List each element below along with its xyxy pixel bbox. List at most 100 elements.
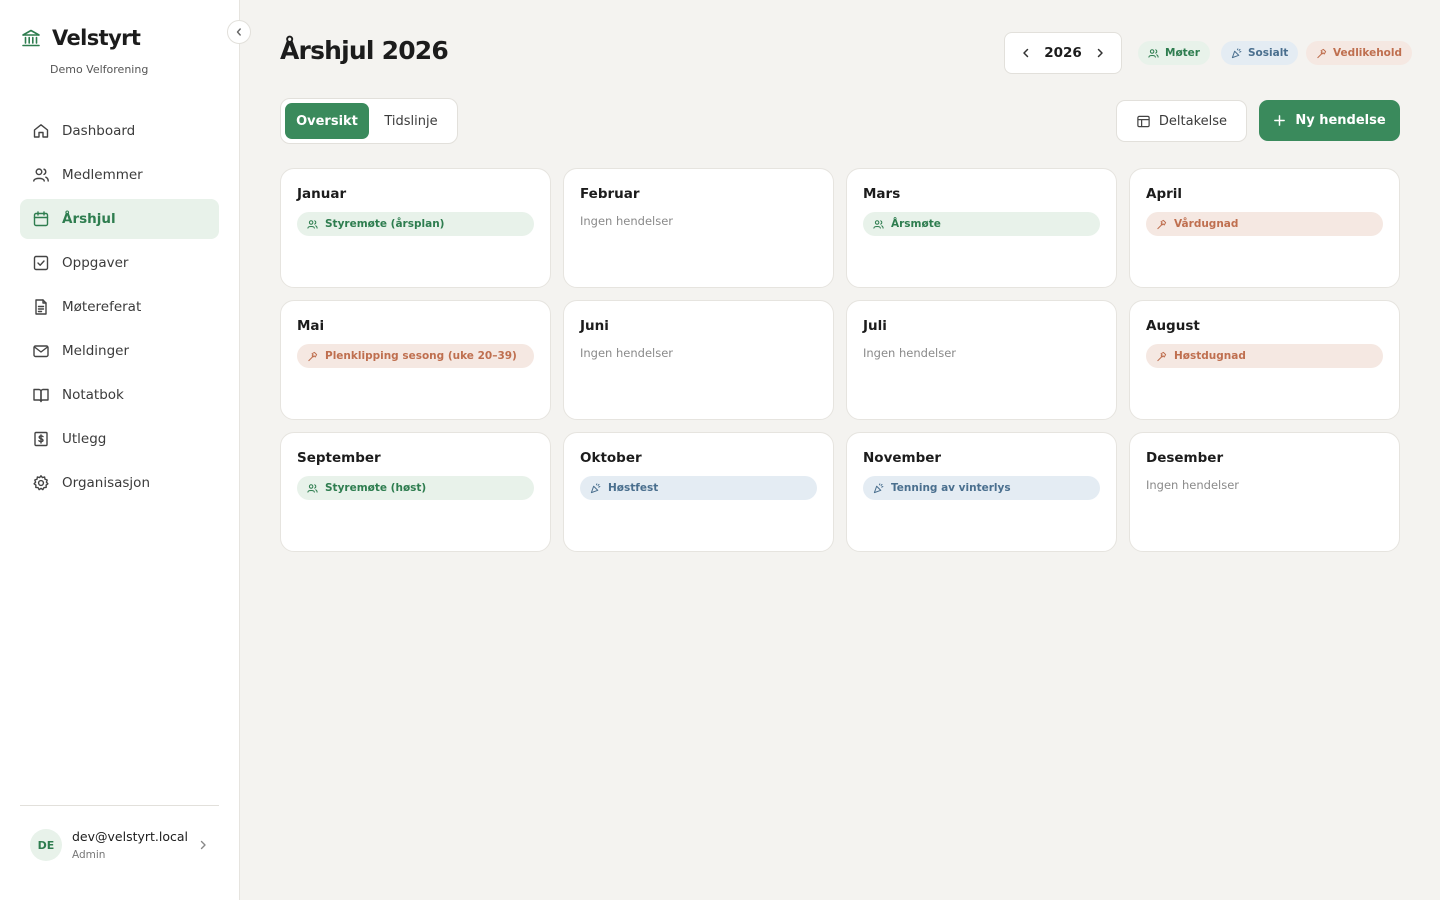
empty-state-text: Ingen hendelser: [580, 346, 674, 360]
sidebar-item-meldinger[interactable]: Meldinger: [20, 331, 219, 371]
tab-tidslinje[interactable]: Tidslinje: [369, 103, 453, 139]
legend-moter-label: Møter: [1165, 47, 1200, 59]
brand[interactable]: Velstyrt: [20, 26, 141, 50]
month-card-juni[interactable]: Juni Ingen hendelser: [563, 300, 834, 420]
user-email: dev@velstyrt.local: [72, 829, 189, 844]
users-icon: [873, 219, 884, 230]
month-title: Mai: [297, 318, 325, 334]
sidebar-item-dashboard[interactable]: Dashboard: [20, 111, 219, 151]
tab-oversikt[interactable]: Oversikt: [285, 103, 369, 139]
gear-icon: [32, 474, 50, 492]
sidebar-item-label: Møtereferat: [62, 299, 142, 315]
sidebar: Velstyrt Demo Velforening Dashboard Medle…: [0, 0, 240, 900]
event-chip[interactable]: Plenklipping sesong (uke 20–39): [297, 344, 534, 368]
month-title: April: [1146, 186, 1183, 202]
calendar-icon: [32, 210, 50, 228]
users-icon: [307, 219, 318, 230]
new-event-label: Ny hendelse: [1295, 113, 1386, 128]
hammer-icon: [1316, 48, 1327, 59]
sidebar-item-arshjul[interactable]: Årshjul: [20, 199, 219, 239]
page-title: Årshjul 2026: [280, 36, 449, 65]
month-title: August: [1146, 318, 1200, 334]
user-menu[interactable]: DE dev@velstyrt.local Admin: [30, 829, 210, 861]
next-year-button[interactable]: [1091, 44, 1109, 62]
party-popper-icon: [873, 482, 884, 494]
month-card-september[interactable]: September Styremøte (høst): [280, 432, 551, 552]
event-title: Høstdugnad: [1174, 350, 1246, 362]
month-card-desember[interactable]: Desember Ingen hendelser: [1129, 432, 1400, 552]
users-icon: [307, 483, 318, 494]
month-title: Januar: [297, 186, 347, 202]
participation-button[interactable]: Deltakelse: [1116, 100, 1247, 142]
collapse-sidebar-button[interactable]: [227, 20, 251, 44]
home-icon: [32, 122, 50, 140]
empty-state-text: Ingen hendelser: [580, 214, 674, 228]
sidebar-item-label: Notatbok: [62, 387, 124, 403]
sidebar-item-oppgaver[interactable]: Oppgaver: [20, 243, 219, 283]
event-title: Vårdugnad: [1174, 218, 1239, 230]
sidebar-item-organisasjon[interactable]: Organisasjon: [20, 463, 219, 503]
month-card-april[interactable]: April Vårdugnad: [1129, 168, 1400, 288]
legend-vedlikehold[interactable]: Vedlikehold: [1306, 41, 1413, 65]
month-card-oktober[interactable]: Oktober Høstfest: [563, 432, 834, 552]
event-chip[interactable]: Styremøte (årsplan): [297, 212, 534, 236]
party-popper-icon: [590, 482, 601, 494]
sidebar-item-label: Organisasjon: [62, 475, 150, 491]
event-chip[interactable]: Styremøte (høst): [297, 476, 534, 500]
event-title: Plenklipping sesong (uke 20–39): [325, 350, 517, 362]
month-card-mars[interactable]: Mars Årsmøte: [846, 168, 1117, 288]
book-icon: [32, 386, 50, 404]
sidebar-item-label: Oppgaver: [62, 255, 129, 271]
document-icon: [32, 298, 50, 316]
sidebar-item-label: Dashboard: [62, 123, 136, 139]
month-title: Mars: [863, 186, 901, 202]
month-card-mai[interactable]: Mai Plenklipping sesong (uke 20–39): [280, 300, 551, 420]
sidebar-item-label: Utlegg: [62, 431, 107, 447]
mail-icon: [32, 342, 50, 360]
sidebar-item-notatbok[interactable]: Notatbok: [20, 375, 219, 415]
year-label: 2026: [1044, 45, 1082, 61]
participation-label: Deltakelse: [1158, 113, 1228, 129]
month-title: September: [297, 450, 381, 466]
previous-year-button[interactable]: [1017, 44, 1035, 62]
month-title: November: [863, 450, 942, 466]
event-chip[interactable]: Tenning av vinterlys: [863, 476, 1100, 500]
event-chip[interactable]: Vårdugnad: [1146, 212, 1383, 236]
hammer-icon: [307, 351, 318, 362]
building-icon: [20, 27, 42, 49]
table-icon: [1136, 114, 1151, 129]
year-navigator: 2026: [1004, 32, 1122, 74]
legend-moter[interactable]: Møter: [1138, 41, 1210, 65]
receipt-dollar-icon: [32, 430, 50, 448]
sidebar-item-label: Medlemmer: [62, 167, 143, 183]
event-title: Årsmøte: [891, 218, 941, 230]
empty-state-text: Ingen hendelser: [863, 346, 957, 360]
new-event-button[interactable]: Ny hendelse: [1259, 100, 1400, 141]
month-grid: Januar Styremøte (årsplan) Februar Ingen he…: [280, 168, 1400, 552]
legend-sosialt-label: Sosialt: [1248, 47, 1289, 59]
event-chip[interactable]: Høstdugnad: [1146, 344, 1383, 368]
month-title: Desember: [1146, 450, 1224, 466]
event-title: Styremøte (årsplan): [325, 218, 445, 230]
event-chip[interactable]: Høstfest: [580, 476, 817, 500]
month-card-august[interactable]: August Høstdugnad: [1129, 300, 1400, 420]
empty-state-text: Ingen hendelser: [1146, 478, 1240, 492]
sidebar-divider: [20, 805, 219, 806]
sidebar-item-utlegg[interactable]: Utlegg: [20, 419, 219, 459]
event-chip[interactable]: Årsmøte: [863, 212, 1100, 236]
user-role: Admin: [72, 849, 106, 861]
sidebar-item-medlemmer[interactable]: Medlemmer: [20, 155, 219, 195]
month-card-juli[interactable]: Juli Ingen hendelser: [846, 300, 1117, 420]
brand-name: Velstyrt: [52, 26, 141, 50]
month-card-november[interactable]: November Tenning av vinterlys: [846, 432, 1117, 552]
month-card-januar[interactable]: Januar Styremøte (årsplan): [280, 168, 551, 288]
avatar: DE: [30, 829, 62, 861]
sidebar-item-label: Meldinger: [62, 343, 130, 359]
organization-name: Demo Velforening: [50, 63, 149, 76]
sidebar-item-motereferat[interactable]: Møtereferat: [20, 287, 219, 327]
chevron-right-icon: [196, 838, 210, 852]
legend-sosialt[interactable]: Sosialt: [1221, 41, 1299, 65]
month-card-februar[interactable]: Februar Ingen hendelser: [563, 168, 834, 288]
sidebar-nav: Dashboard Medlemmer Årshjul Oppgaver Møteref…: [20, 111, 219, 507]
users-icon: [32, 166, 50, 184]
